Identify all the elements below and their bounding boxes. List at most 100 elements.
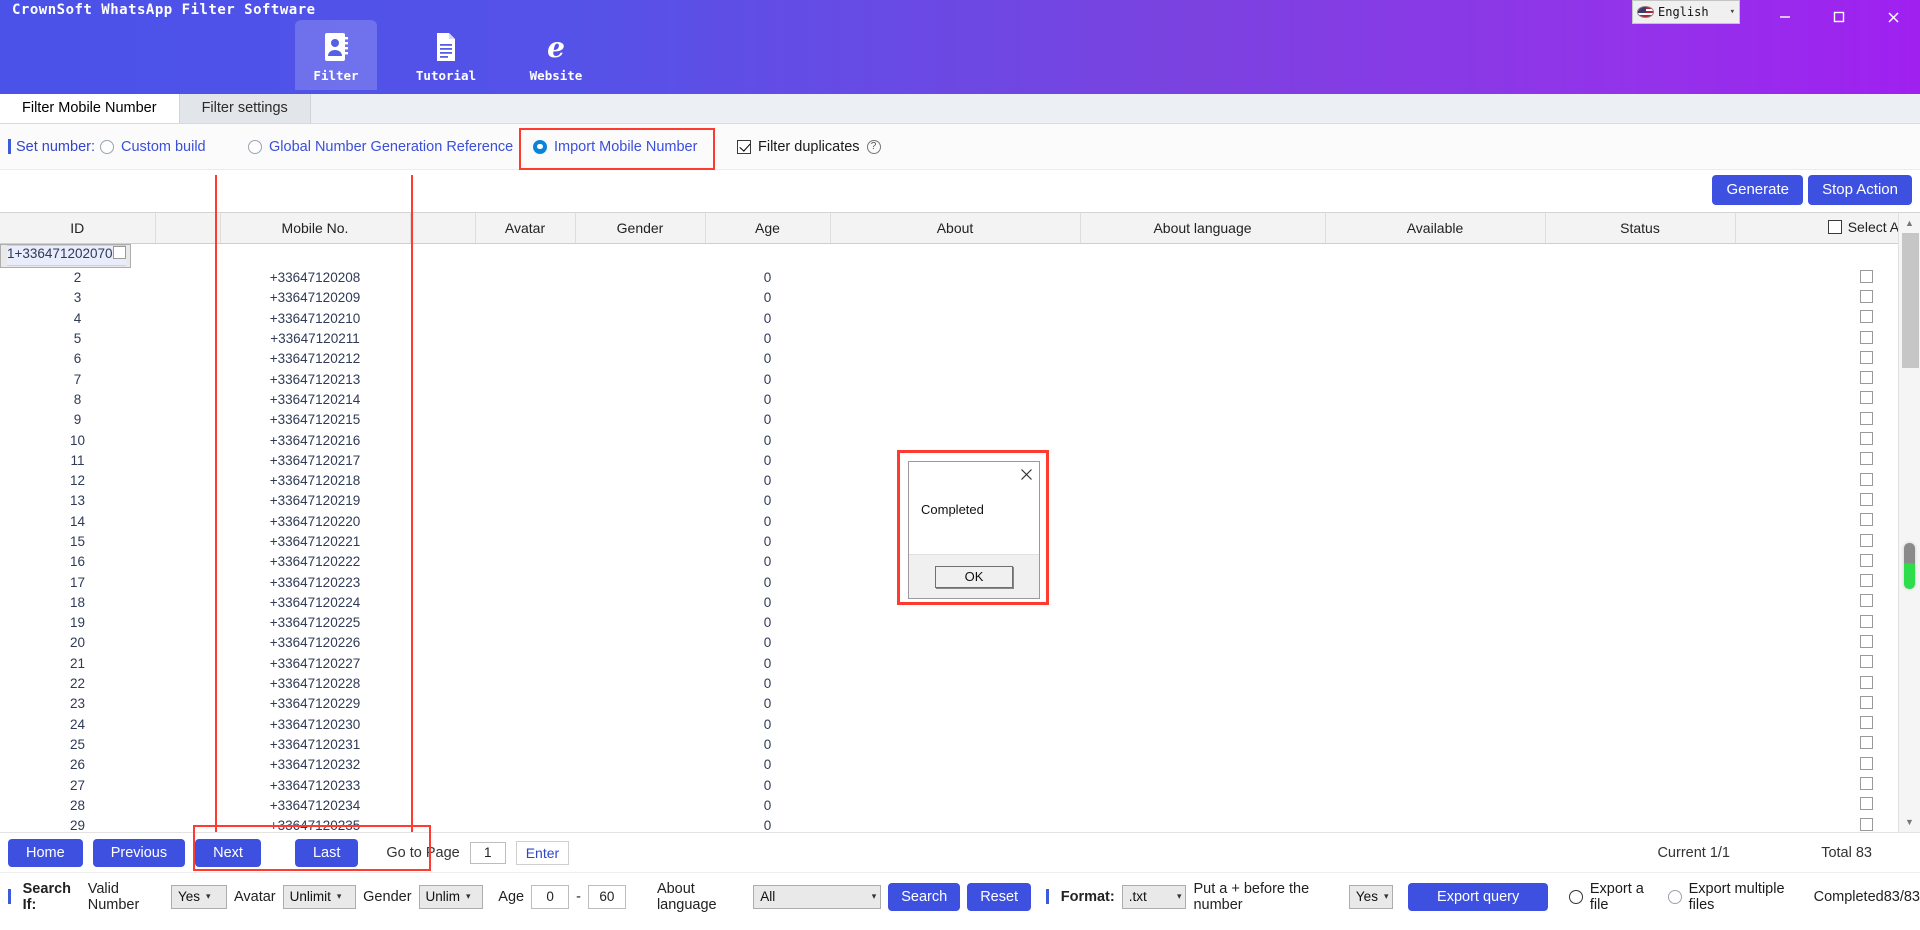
cell-select[interactable] bbox=[1735, 552, 1920, 572]
column-header-select-all[interactable]: Select All bbox=[1735, 213, 1920, 244]
row-select-checkbox-icon[interactable] bbox=[1860, 371, 1873, 385]
row-select-checkbox-icon[interactable] bbox=[1860, 756, 1873, 770]
row-select-checkbox-icon[interactable] bbox=[1860, 330, 1873, 344]
row-select-checkbox-icon[interactable] bbox=[1860, 634, 1873, 648]
column-header-blank-1[interactable] bbox=[155, 213, 221, 244]
cell-select[interactable] bbox=[1735, 328, 1920, 348]
cell-select[interactable] bbox=[1735, 369, 1920, 389]
checkbox-filter-duplicates[interactable]: Filter duplicates ? bbox=[737, 139, 881, 155]
about-language-select[interactable]: All ▾ bbox=[753, 884, 882, 909]
table-scrollbar[interactable]: ▲ ▼ bbox=[1898, 213, 1920, 832]
export-query-results-button[interactable]: Export query results bbox=[1408, 882, 1548, 930]
table-row[interactable]: 6 +33647120212 0 bbox=[0, 349, 1920, 369]
age-min-input[interactable] bbox=[531, 884, 570, 909]
column-header-about-language[interactable]: About language bbox=[1080, 213, 1326, 244]
table-row[interactable]: 7 +33647120213 0 bbox=[0, 369, 1920, 389]
nav-item-tutorial[interactable]: Tutorial bbox=[405, 20, 487, 90]
scroll-down-icon[interactable]: ▼ bbox=[1899, 812, 1920, 832]
cell-select[interactable] bbox=[1735, 592, 1920, 612]
row-select-checkbox-icon[interactable] bbox=[1860, 736, 1873, 750]
column-header-available[interactable]: Available bbox=[1325, 213, 1546, 244]
cell-select[interactable] bbox=[1735, 572, 1920, 592]
row-select-checkbox-icon[interactable] bbox=[1860, 513, 1873, 527]
row-select-checkbox-icon[interactable] bbox=[1860, 432, 1873, 446]
age-max-input[interactable] bbox=[587, 884, 626, 909]
gender-select[interactable]: Unlim ▾ bbox=[418, 884, 484, 909]
reset-button[interactable]: Reset bbox=[967, 882, 1032, 911]
column-header-mobile-no[interactable]: Mobile No. bbox=[220, 213, 411, 244]
table-row[interactable]: 22 +33647120228 0 bbox=[0, 673, 1920, 693]
tab-filter-mobile-number[interactable]: Filter Mobile Number bbox=[0, 93, 180, 123]
next-button[interactable]: Next bbox=[195, 838, 261, 867]
radio-global-number-generation-reference[interactable]: Global Number Generation Reference bbox=[248, 139, 513, 155]
table-row[interactable]: 20 +33647120226 0 bbox=[0, 633, 1920, 653]
row-select-checkbox-icon[interactable] bbox=[1860, 391, 1873, 405]
cell-select[interactable] bbox=[1735, 308, 1920, 328]
generate-button[interactable]: Generate bbox=[1712, 175, 1803, 205]
cell-select[interactable] bbox=[1735, 795, 1920, 815]
cell-select[interactable] bbox=[1735, 673, 1920, 693]
row-select-checkbox-icon[interactable] bbox=[1860, 310, 1873, 324]
cell-select[interactable] bbox=[1735, 653, 1920, 673]
table-row[interactable]: 1 +33647120207 0 bbox=[0, 243, 131, 268]
row-select-checkbox-icon[interactable] bbox=[1860, 797, 1873, 811]
go-to-page-input[interactable] bbox=[469, 841, 506, 864]
row-select-checkbox-icon[interactable] bbox=[1860, 289, 1873, 303]
table-row[interactable]: 24 +33647120230 0 bbox=[0, 714, 1920, 734]
row-select-checkbox-icon[interactable] bbox=[1860, 553, 1873, 567]
table-row[interactable]: 19 +33647120225 0 bbox=[0, 613, 1920, 633]
scrollbar-thumb[interactable] bbox=[1902, 233, 1919, 368]
column-header-age[interactable]: Age bbox=[705, 213, 831, 244]
format-select[interactable]: .txt ▾ bbox=[1121, 884, 1187, 909]
cell-select[interactable] bbox=[1735, 389, 1920, 409]
table-row[interactable]: 28 +33647120234 0 bbox=[0, 795, 1920, 815]
cell-select[interactable] bbox=[1735, 491, 1920, 511]
row-select-checkbox-icon[interactable] bbox=[112, 246, 126, 260]
cell-select[interactable] bbox=[1735, 349, 1920, 369]
table-row[interactable]: 4 +33647120210 0 bbox=[0, 308, 1920, 328]
row-select-checkbox-icon[interactable] bbox=[1860, 614, 1873, 628]
cell-select[interactable] bbox=[1735, 268, 1920, 288]
table-row[interactable]: 5 +33647120211 0 bbox=[0, 328, 1920, 348]
cell-select[interactable] bbox=[1735, 511, 1920, 531]
cell-select[interactable] bbox=[112, 245, 126, 266]
scroll-up-icon[interactable]: ▲ bbox=[1899, 213, 1920, 233]
table-row[interactable]: 3 +33647120209 0 bbox=[0, 288, 1920, 308]
cell-select[interactable] bbox=[1735, 755, 1920, 775]
row-select-checkbox-icon[interactable] bbox=[1860, 411, 1873, 425]
radio-import-mobile-number[interactable]: Import Mobile Number bbox=[533, 139, 697, 155]
table-row[interactable]: 25 +33647120231 0 bbox=[0, 734, 1920, 754]
table-row[interactable]: 2 +33647120208 0 bbox=[0, 268, 1920, 288]
table-row[interactable]: 9 +33647120215 0 bbox=[0, 410, 1920, 430]
select-all-checkbox-icon[interactable] bbox=[1827, 219, 1842, 234]
column-header-status[interactable]: Status bbox=[1545, 213, 1736, 244]
row-select-checkbox-icon[interactable] bbox=[1860, 655, 1873, 669]
valid-number-select[interactable]: Yes ▾ bbox=[171, 884, 227, 909]
dialog-ok-button[interactable]: OK bbox=[935, 565, 1013, 588]
cell-select[interactable] bbox=[1735, 450, 1920, 470]
cell-select[interactable] bbox=[1735, 734, 1920, 754]
dialog-close-icon[interactable] bbox=[1013, 462, 1039, 486]
radio-custom-build[interactable]: Custom build bbox=[100, 139, 206, 155]
table-row[interactable]: 23 +33647120229 0 bbox=[0, 694, 1920, 714]
row-select-checkbox-icon[interactable] bbox=[1860, 492, 1873, 506]
table-row[interactable]: 26 +33647120232 0 bbox=[0, 755, 1920, 775]
row-select-checkbox-icon[interactable] bbox=[1860, 716, 1873, 730]
row-select-checkbox-icon[interactable] bbox=[1860, 574, 1873, 588]
last-button[interactable]: Last bbox=[294, 838, 359, 867]
cell-select[interactable] bbox=[1735, 430, 1920, 450]
tab-filter-settings[interactable]: Filter settings bbox=[179, 93, 311, 123]
search-button[interactable]: Search bbox=[888, 882, 961, 911]
cell-select[interactable] bbox=[1735, 288, 1920, 308]
stop-action-button[interactable]: Stop Action bbox=[1808, 175, 1912, 205]
column-header-gender[interactable]: Gender bbox=[575, 213, 706, 244]
cell-select[interactable] bbox=[1735, 714, 1920, 734]
home-button[interactable]: Home bbox=[8, 838, 83, 867]
row-select-checkbox-icon[interactable] bbox=[1860, 533, 1873, 547]
row-select-checkbox-icon[interactable] bbox=[1860, 695, 1873, 709]
row-select-checkbox-icon[interactable] bbox=[1860, 594, 1873, 608]
cell-select[interactable] bbox=[1735, 531, 1920, 551]
row-select-checkbox-icon[interactable] bbox=[1860, 350, 1873, 364]
table-row[interactable]: 8 +33647120214 0 bbox=[0, 389, 1920, 409]
row-select-checkbox-icon[interactable] bbox=[1860, 269, 1873, 283]
